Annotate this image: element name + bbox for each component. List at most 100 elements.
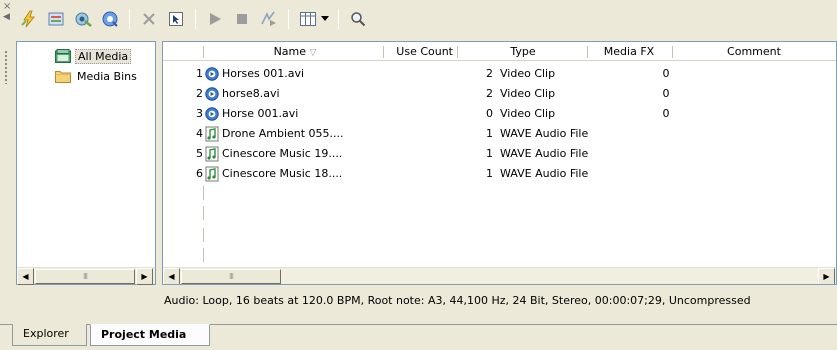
- file-name: Horses 001.avi: [222, 67, 305, 80]
- auto-preview-toggle-icon[interactable]: [258, 8, 280, 30]
- capture-video-icon[interactable]: [72, 8, 94, 30]
- column-divider: [672, 46, 673, 58]
- table-row[interactable]: 2 horse8.avi 2 Video Clip 0: [163, 84, 836, 104]
- views-dropdown-icon[interactable]: [320, 8, 330, 30]
- file-name: Horse 001.avi: [222, 107, 299, 120]
- dock-grip-handle[interactable]: [4, 50, 8, 84]
- empty-row-marker: [203, 228, 204, 242]
- type-cell: WAVE Audio File: [500, 127, 589, 140]
- row-number: 3: [196, 107, 203, 120]
- row-number: 5: [196, 147, 203, 160]
- file-name: horse8.avi: [222, 87, 280, 100]
- media-fx-cell: 0: [662, 67, 670, 80]
- scroll-thumb[interactable]: III: [181, 269, 281, 284]
- table-row[interactable]: 1 Horses 001.avi 2 Video Clip 0: [163, 64, 836, 84]
- type-cell: Video Clip: [500, 107, 556, 120]
- column-divider: [457, 46, 458, 58]
- tree-item-all-media[interactable]: All Media: [55, 47, 132, 65]
- import-media-icon[interactable]: [45, 8, 67, 30]
- column-divider: [203, 46, 204, 58]
- column-header-type[interactable]: Type: [459, 42, 587, 61]
- tree-item-label: Media Bins: [77, 69, 137, 83]
- row-number: 6: [196, 167, 203, 180]
- remove-icon[interactable]: [138, 8, 160, 30]
- media-fx-cell: [661, 164, 671, 184]
- toolbar-separator: [288, 9, 289, 29]
- file-name-cell: Horses 001.avi: [205, 64, 304, 84]
- list-horizontal-scrollbar[interactable]: ◀ III ▶: [163, 267, 836, 284]
- project-media-list[interactable]: Name ▽ Use Count Type Media FX Comment 1…: [162, 41, 837, 285]
- properties-icon[interactable]: [165, 8, 187, 30]
- auto-preview-icon[interactable]: [18, 8, 40, 30]
- media-fx-cell: [661, 124, 671, 144]
- close-icon[interactable]: ×: [3, 2, 11, 12]
- row-number: 1: [196, 67, 203, 80]
- media-properties-status: Audio: Loop, 16 beats at 120.0 BPM, Root…: [164, 294, 751, 307]
- tree-item-media-bins[interactable]: Media Bins: [55, 67, 139, 85]
- all-media-icon: [55, 49, 71, 63]
- video-file-icon: [205, 106, 219, 122]
- use-count-cell: 1: [486, 167, 493, 180]
- stop-icon[interactable]: [231, 8, 253, 30]
- column-header-use-count[interactable]: Use Count: [385, 42, 453, 61]
- file-name-cell: Horse 001.avi: [205, 104, 298, 124]
- column-header-name[interactable]: Name ▽: [205, 42, 385, 61]
- type-cell: Video Clip: [500, 87, 556, 100]
- file-name: Drone Ambient 055....: [222, 127, 344, 140]
- use-count-cell: 1: [486, 147, 493, 160]
- toolbar-separator: [129, 9, 130, 29]
- use-count-cell: 2: [486, 67, 493, 80]
- scroll-left-button[interactable]: ◀: [163, 268, 180, 284]
- media-fx-cell: [661, 144, 671, 164]
- scroll-left-button[interactable]: ◀: [17, 268, 34, 285]
- column-divider: [383, 46, 384, 58]
- window-tabs: Explorer Project Media: [0, 318, 837, 350]
- media-bins-tree[interactable]: All Media Media Bins ◀ III ▶: [16, 41, 156, 285]
- sort-indicator-icon: ▽: [309, 48, 317, 58]
- empty-row-marker: [203, 248, 204, 262]
- table-row[interactable]: 3 Horse 001.avi 0 Video Clip 0: [163, 104, 836, 124]
- type-cell: Video Clip: [500, 67, 556, 80]
- type-cell: WAVE Audio File: [500, 147, 589, 160]
- tab-project-media[interactable]: Project Media: [90, 324, 210, 346]
- media-fx-cell: 0: [662, 87, 670, 100]
- file-name: Cinescore Music 19....: [222, 147, 343, 160]
- table-row[interactable]: 5 Cinescore Music 19.... 1 WAVE Audio File: [163, 144, 836, 164]
- get-media-from-web-icon[interactable]: [99, 8, 121, 30]
- views-icon[interactable]: [297, 8, 319, 30]
- toolbar: [18, 4, 478, 34]
- search-icon[interactable]: [347, 8, 369, 30]
- row-number: 2: [196, 87, 203, 100]
- play-icon[interactable]: [204, 8, 226, 30]
- use-count-cell: 1: [486, 127, 493, 140]
- audio-file-icon: [205, 146, 219, 162]
- tab-explorer[interactable]: Explorer: [12, 324, 87, 346]
- file-name-cell: horse8.avi: [205, 84, 280, 104]
- folder-icon: [55, 71, 71, 83]
- file-name: Cinescore Music 18....: [222, 167, 343, 180]
- table-row[interactable]: 4 Drone Ambient 055.... 1 WAVE Audio File: [163, 124, 836, 144]
- use-count-cell: 0: [486, 107, 493, 120]
- window-gutter: × ◀: [0, 0, 14, 300]
- scroll-right-button[interactable]: ▶: [818, 268, 835, 284]
- file-name-cell: Drone Ambient 055....: [205, 124, 344, 144]
- toolbar-separator: [338, 9, 339, 29]
- column-header-media-fx[interactable]: Media FX: [589, 42, 669, 61]
- type-cell: WAVE Audio File: [500, 167, 589, 180]
- row-number: 4: [196, 127, 203, 140]
- table-row[interactable]: 6 Cinescore Music 18.... 1 WAVE Audio File: [163, 164, 836, 184]
- column-header-comment[interactable]: Comment: [674, 42, 834, 61]
- file-name-cell: Cinescore Music 18....: [205, 164, 342, 184]
- video-file-icon: [205, 86, 219, 102]
- scroll-thumb[interactable]: III: [35, 269, 135, 284]
- use-count-cell: 2: [486, 87, 493, 100]
- scroll-right-button[interactable]: ▶: [136, 268, 153, 285]
- tree-horizontal-scrollbar[interactable]: ◀ III ▶: [17, 267, 155, 285]
- audio-file-icon: [205, 126, 219, 142]
- audio-file-icon: [205, 166, 219, 182]
- empty-row-marker: [203, 206, 204, 220]
- collapse-arrow-icon[interactable]: ◀: [3, 12, 10, 22]
- tree-item-label: All Media: [75, 48, 132, 64]
- media-fx-cell: 0: [662, 107, 670, 120]
- column-divider: [587, 46, 588, 58]
